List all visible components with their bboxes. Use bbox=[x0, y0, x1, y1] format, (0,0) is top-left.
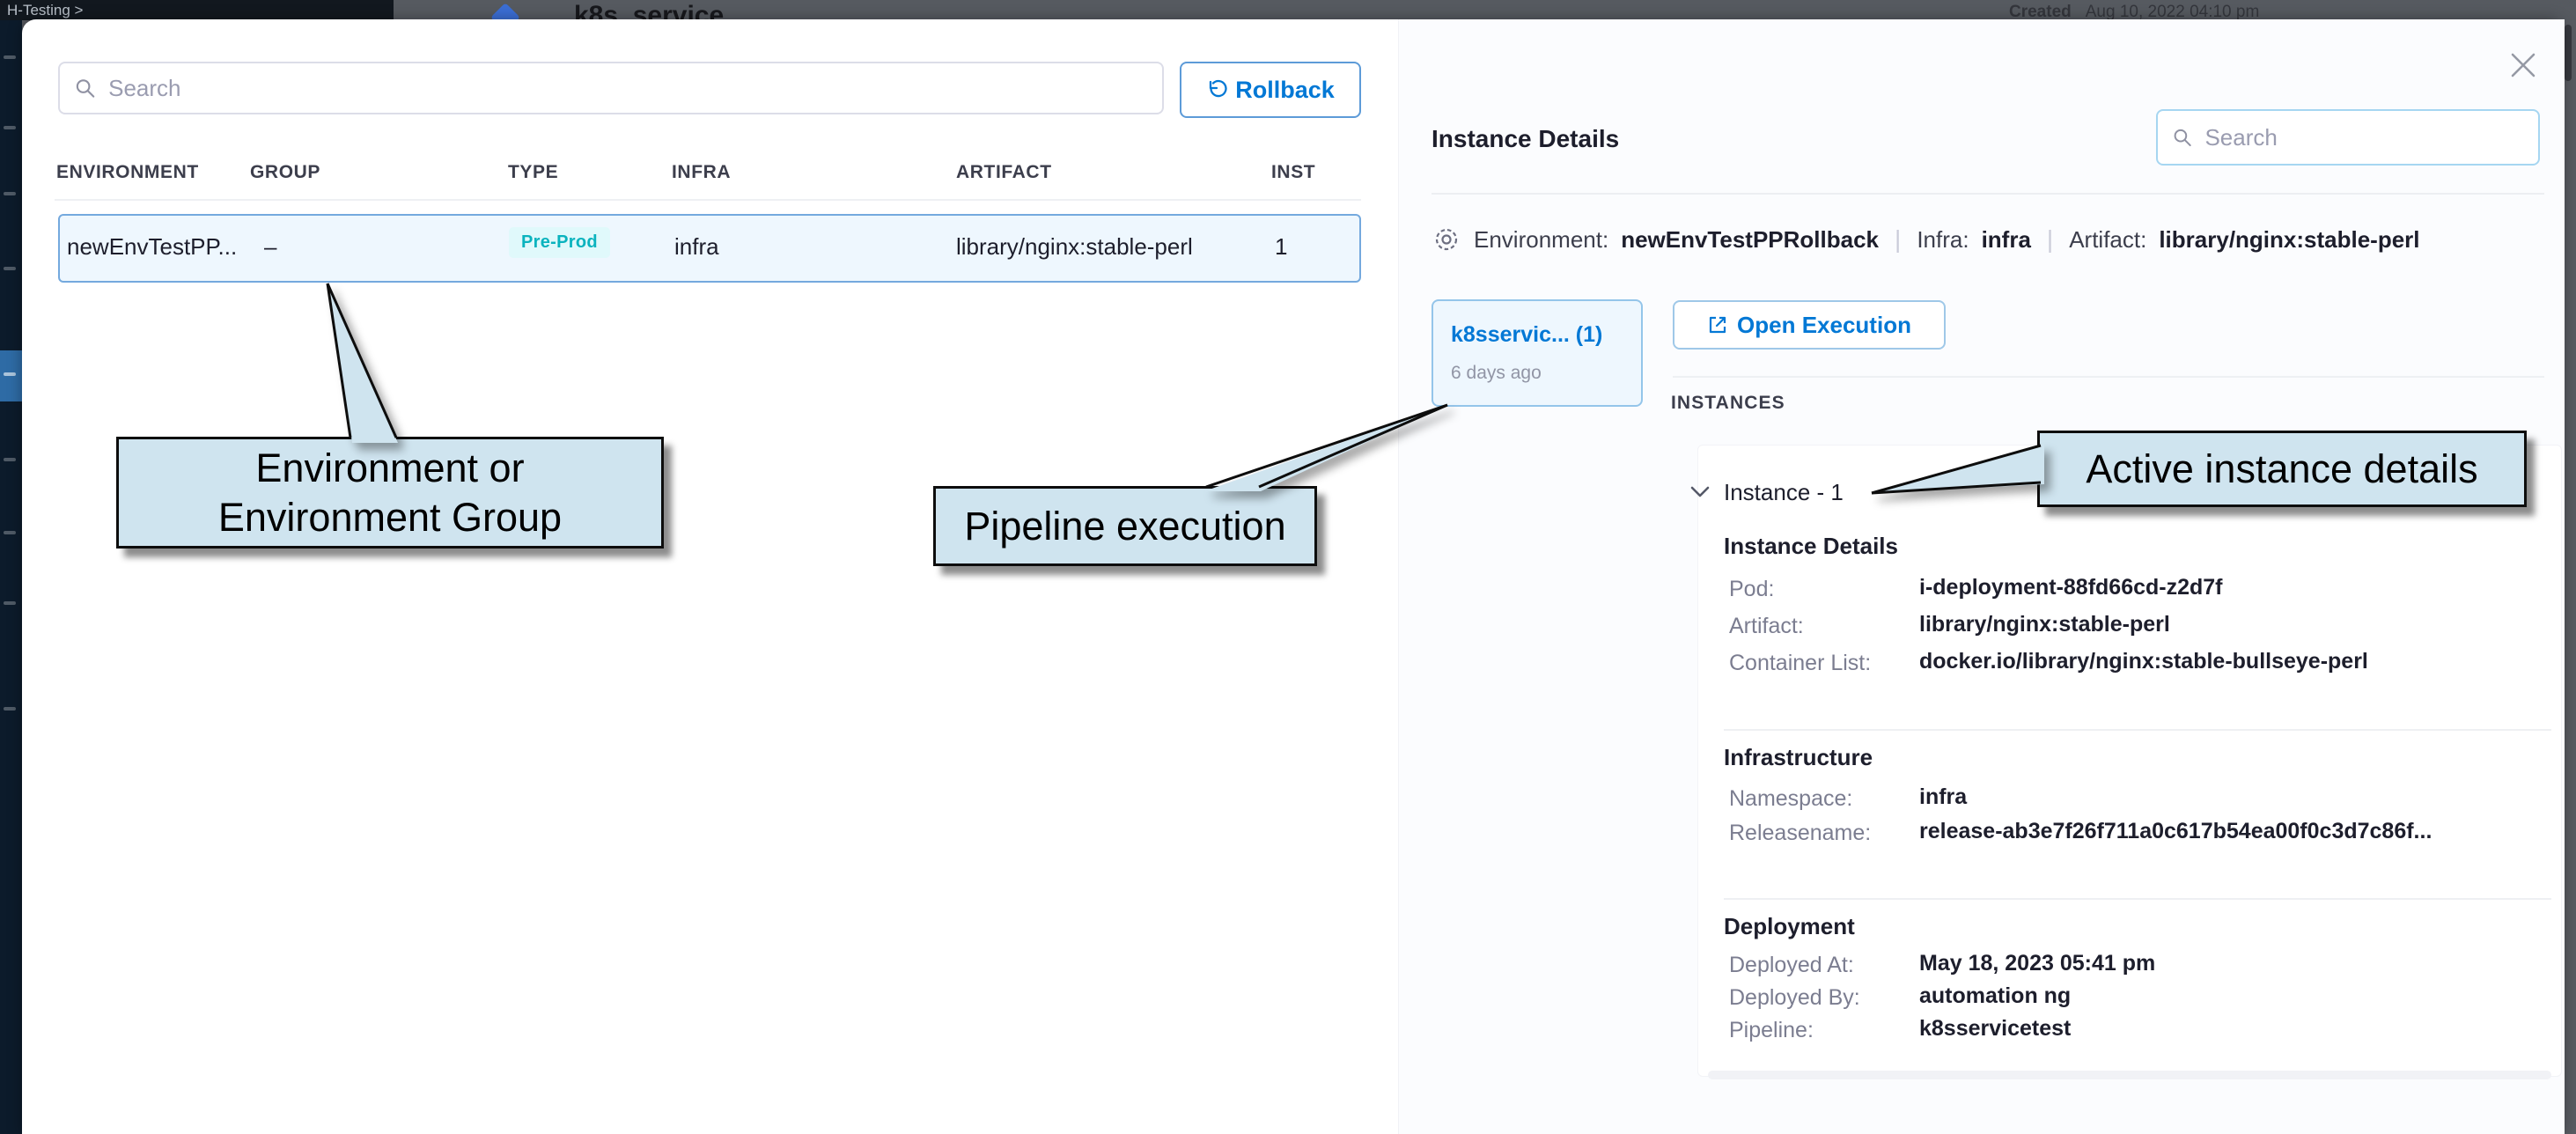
table-header-divider bbox=[55, 199, 1361, 201]
screenshot-root: H-Testing > k8s_service Created Aug 10, 2… bbox=[0, 0, 2576, 1134]
field-value: i-deployment-88fd66cd-z2d7f bbox=[1919, 575, 2223, 600]
callout-text: Environment or bbox=[255, 444, 524, 493]
instances-search[interactable] bbox=[2156, 109, 2540, 166]
instances-divider bbox=[1673, 376, 2544, 378]
callout-text: Active instance details bbox=[2086, 445, 2477, 494]
field-label: Deployed By: bbox=[1729, 985, 1860, 1011]
section-divider bbox=[1724, 729, 2551, 731]
col-group: GROUP bbox=[250, 162, 320, 183]
sidebar-item-fragment bbox=[4, 55, 16, 59]
col-infra: INFRA bbox=[672, 162, 731, 183]
external-link-icon bbox=[1707, 314, 1728, 335]
rollback-button[interactable]: Rollback bbox=[1180, 62, 1361, 118]
breadcrumb: H-Testing > bbox=[0, 0, 394, 20]
field-label: Pod: bbox=[1729, 577, 1774, 602]
section-divider bbox=[1724, 898, 2551, 900]
sidebar-item-fragment bbox=[4, 126, 16, 129]
field-label: Deployed At: bbox=[1729, 953, 1854, 978]
section-title-instance-details: Instance Details bbox=[1724, 533, 1898, 560]
field-value: k8sservicetest bbox=[1919, 1016, 2071, 1042]
open-execution-label: Open Execution bbox=[1737, 312, 1911, 339]
field-value: release-ab3e7f26f711a0c617b54ea00f0c3d7c… bbox=[1919, 819, 2432, 844]
instance-expander[interactable]: Instance - 1 bbox=[1690, 476, 2060, 508]
environment-label: Environment: bbox=[1474, 226, 1608, 254]
col-inst: INST bbox=[1271, 162, 1315, 183]
top-bar: H-Testing > k8s_service Created Aug 10, 2… bbox=[0, 0, 2576, 20]
field-label: Namespace: bbox=[1729, 786, 1852, 812]
card-bottom-divider bbox=[1708, 1071, 2551, 1079]
callout-active-instance: Active instance details bbox=[2037, 431, 2527, 507]
field-label: Container List: bbox=[1729, 651, 1871, 676]
execution-name: k8sservic... (1) bbox=[1451, 322, 1602, 348]
sidebar-item-fragment bbox=[4, 601, 16, 605]
panel-divider bbox=[1432, 193, 2544, 195]
sidebar-active-item[interactable] bbox=[0, 350, 22, 401]
search-icon bbox=[74, 77, 96, 99]
created-timestamp: Created Aug 10, 2022 04:10 pm bbox=[2009, 3, 2259, 20]
execution-time: 6 days ago bbox=[1451, 363, 1542, 384]
deployment-summary: Environment: newEnvTestPPRollback | Infr… bbox=[1432, 221, 2420, 258]
created-label: Created bbox=[2009, 3, 2072, 20]
environment-icon bbox=[1432, 225, 1461, 254]
search-input[interactable] bbox=[2203, 123, 2524, 152]
col-type: TYPE bbox=[508, 162, 558, 183]
page-edge bbox=[2564, 20, 2576, 1134]
field-label: Releasename: bbox=[1729, 821, 1871, 846]
field-value: library/nginx:stable-perl bbox=[1919, 612, 2170, 637]
field-value: automation ng bbox=[1919, 983, 2071, 1009]
field-value: May 18, 2023 05:41 pm bbox=[1919, 951, 2155, 976]
row-environment: newEnvTestPP... bbox=[67, 233, 237, 261]
instances-heading: INSTANCES bbox=[1671, 393, 1785, 414]
environments-search[interactable] bbox=[58, 62, 1164, 114]
open-execution-button[interactable]: Open Execution bbox=[1673, 300, 1946, 350]
summary-separator: | bbox=[2043, 225, 2057, 254]
artifact-value: library/nginx:stable-perl bbox=[2159, 226, 2419, 254]
sidebar-item-fragment bbox=[4, 707, 16, 711]
rollback-label: Rollback bbox=[1235, 77, 1335, 104]
row-inst: 1 bbox=[1275, 233, 1287, 261]
chevron-down-icon bbox=[1690, 486, 1710, 498]
service-cube-icon bbox=[490, 3, 520, 20]
callout-environment: Environment or Environment Group bbox=[116, 437, 664, 549]
row-infra: infra bbox=[674, 233, 719, 261]
callout-pipeline-execution: Pipeline execution bbox=[933, 486, 1317, 566]
section-title-infrastructure: Infrastructure bbox=[1724, 744, 1873, 771]
infra-label: Infra: bbox=[1917, 226, 1969, 254]
scrollbar-thumb[interactable] bbox=[2565, 25, 2572, 81]
sidebar-item-fragment bbox=[4, 372, 16, 376]
callout-text: Environment Group bbox=[218, 493, 562, 542]
instance-title: Instance - 1 bbox=[1724, 479, 1844, 506]
panel-title: Instance Details bbox=[1432, 125, 1619, 153]
sidebar-item-fragment bbox=[4, 531, 16, 534]
row-artifact: library/nginx:stable-perl bbox=[956, 233, 1193, 261]
pipeline-execution-card[interactable]: k8sservic... (1) 6 days ago bbox=[1432, 299, 1643, 407]
pre-prod-badge: Pre-Prod bbox=[509, 227, 610, 258]
sidebar-item-fragment bbox=[4, 458, 16, 461]
callout-text: Pipeline execution bbox=[964, 502, 1285, 551]
sidebar-sliver bbox=[0, 20, 22, 1134]
infra-value: infra bbox=[1982, 226, 2031, 254]
created-value: Aug 10, 2022 04:10 pm bbox=[2086, 3, 2260, 20]
section-title-deployment: Deployment bbox=[1724, 913, 1855, 940]
search-icon bbox=[2172, 126, 2192, 149]
sidebar-item-fragment bbox=[4, 192, 16, 195]
close-icon[interactable] bbox=[2506, 48, 2541, 83]
field-value: infra bbox=[1919, 784, 1967, 810]
search-input[interactable] bbox=[107, 74, 1148, 103]
field-label: Artifact: bbox=[1729, 614, 1804, 639]
environment-value: newEnvTestPPRollback bbox=[1621, 226, 1879, 254]
rollback-icon bbox=[1206, 79, 1227, 100]
col-artifact: ARTIFACT bbox=[956, 162, 1052, 183]
artifact-label: Artifact: bbox=[2069, 226, 2146, 254]
summary-separator: | bbox=[1891, 225, 1904, 254]
col-environment: ENVIRONMENT bbox=[56, 162, 199, 183]
row-group: – bbox=[264, 233, 276, 261]
field-value: docker.io/library/nginx:stable-bullseye-… bbox=[1919, 649, 2368, 674]
sidebar-item-fragment bbox=[4, 267, 16, 270]
field-label: Pipeline: bbox=[1729, 1018, 1814, 1043]
page-title: k8s_service bbox=[574, 1, 724, 20]
